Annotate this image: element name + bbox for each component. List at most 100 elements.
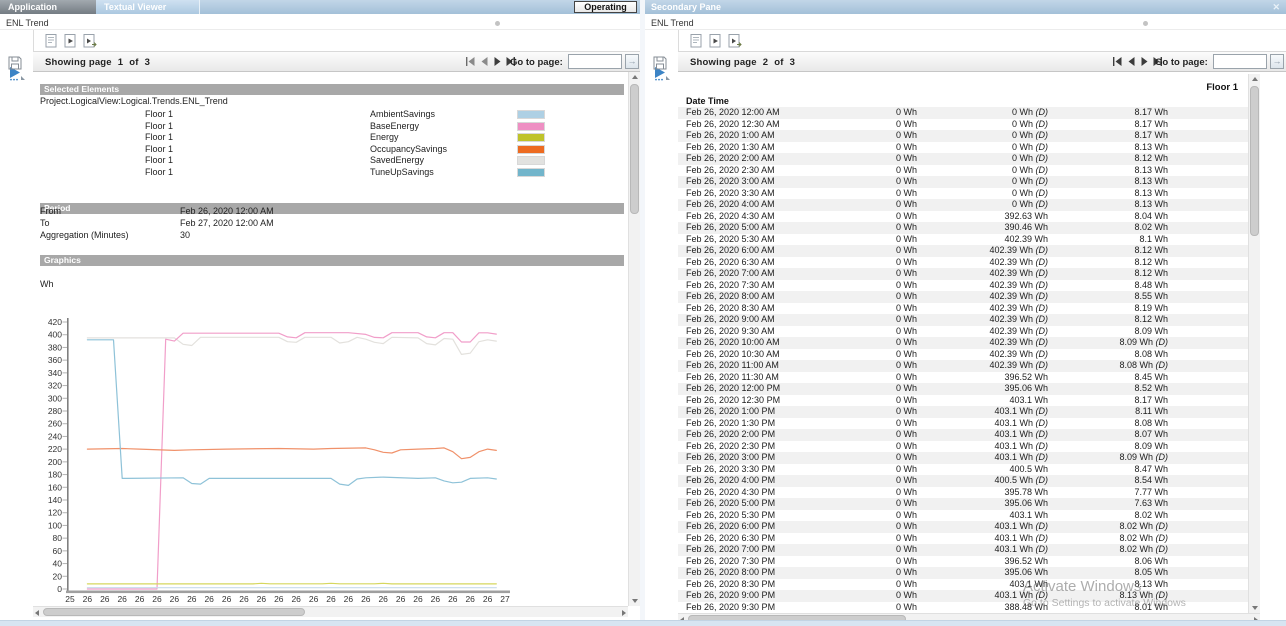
svg-text:400: 400 <box>48 330 62 340</box>
cell-datetime: Feb 26, 2020 11:30 AM <box>678 372 828 384</box>
cell-value: 395.06 Wh <box>917 498 1048 510</box>
cell-datetime: Feb 26, 2020 8:00 PM <box>678 567 828 579</box>
cell-datetime: Feb 26, 2020 12:00 AM <box>678 107 828 119</box>
svg-text:200: 200 <box>48 457 62 467</box>
left-tabbar: Application Viewer Textual Viewer Operat… <box>0 0 640 14</box>
cell-value: 8.54 Wh <box>1048 475 1168 487</box>
left-hscroll-thumb[interactable] <box>43 608 305 616</box>
svg-text:220: 220 <box>48 444 62 454</box>
cell-value: 8.13 Wh <box>1048 142 1168 154</box>
right-vertical-scrollbar[interactable] <box>1248 74 1260 613</box>
cell-datetime: Feb 26, 2020 6:30 AM <box>678 257 828 269</box>
cell-value: 0 Wh (D) <box>917 153 1048 165</box>
tab-application-viewer[interactable]: Application Viewer <box>0 0 96 14</box>
cell-datetime: Feb 26, 2020 5:00 PM <box>678 498 828 510</box>
cell-value: 8.19 Wh <box>1048 303 1168 315</box>
report-document-icon[interactable] <box>45 34 58 48</box>
cell-datetime: Feb 26, 2020 3:00 PM <box>678 452 828 464</box>
svg-text:0: 0 <box>57 584 62 594</box>
table-row: Feb 26, 2020 5:00 PM0 Wh395.06 Wh7.63 Wh <box>678 498 1248 510</box>
svg-text:60: 60 <box>53 546 63 556</box>
period-label: From <box>40 206 61 216</box>
cell-datetime: Feb 26, 2020 2:30 AM <box>678 165 828 177</box>
cell-value: 8.02 Wh <box>1048 222 1168 234</box>
cell-datetime: Feb 26, 2020 9:00 PM <box>678 590 828 602</box>
save-icon[interactable] <box>653 56 667 70</box>
cell-value: 0 Wh <box>828 418 917 430</box>
tab-textual-viewer[interactable]: Textual Viewer <box>96 0 200 14</box>
cell-value: 0 Wh <box>828 314 917 326</box>
table-row: Feb 26, 2020 9:30 AM0 Wh402.39 Wh (D)8.0… <box>678 326 1248 338</box>
goto-page-input[interactable] <box>1213 54 1267 69</box>
cell-value: 8.02 Wh (D) <box>1048 521 1168 533</box>
cell-value: 0 Wh (D) <box>917 119 1048 131</box>
first-page-button[interactable] <box>1112 56 1123 67</box>
legend-row: Floor 1SavedEnergy <box>33 155 628 167</box>
left-vertical-scrollbar[interactable] <box>628 72 640 606</box>
svg-text:27: 27 <box>500 594 510 604</box>
cell-value: 403.1 Wh (D) <box>917 521 1048 533</box>
legend-floor-label: Floor 1 <box>145 109 173 119</box>
previous-page-button[interactable] <box>479 56 490 67</box>
table-row: Feb 26, 2020 5:30 AM0 Wh402.39 Wh8.1 Wh <box>678 234 1248 246</box>
next-page-button[interactable] <box>1139 56 1150 67</box>
secondary-pane-titlebar: Secondary Pane ✕ <box>645 0 1286 14</box>
cell-value: 0 Wh <box>828 579 917 591</box>
cell-value: 0 Wh <box>828 245 917 257</box>
close-icon[interactable]: ✕ <box>1272 0 1280 14</box>
cell-value: 0 Wh <box>828 326 917 338</box>
next-page-button[interactable] <box>492 56 503 67</box>
cell-datetime: Feb 26, 2020 12:30 PM <box>678 395 828 407</box>
operating-button[interactable]: Operating <box>574 1 637 13</box>
cell-value: 0 Wh <box>828 498 917 510</box>
cell-value: 8.55 Wh <box>1048 291 1168 303</box>
cell-value: 8.09 Wh (D) <box>1048 337 1168 349</box>
cell-value: 8.17 Wh <box>1048 107 1168 119</box>
cell-value: 0 Wh <box>828 395 917 407</box>
table-row: Feb 26, 2020 11:30 AM0 Wh396.52 Wh8.45 W… <box>678 372 1248 384</box>
left-vscroll-thumb[interactable] <box>630 84 639 214</box>
cell-datetime: Feb 26, 2020 7:30 AM <box>678 280 828 292</box>
cell-value: 8.45 Wh <box>1048 372 1168 384</box>
cell-value: 0 Wh <box>828 234 917 246</box>
previous-page-button[interactable] <box>1126 56 1137 67</box>
application-viewer-pane: Application Viewer Textual Viewer Operat… <box>0 0 640 620</box>
cell-value: 403.1 Wh (D) <box>917 418 1048 430</box>
report-document-icon[interactable] <box>690 34 703 48</box>
cell-datetime: Feb 26, 2020 5:30 AM <box>678 234 828 246</box>
table-row: Feb 26, 2020 2:00 PM0 Wh403.1 Wh (D)8.07… <box>678 429 1248 441</box>
svg-text:26: 26 <box>135 594 145 604</box>
cell-value: 400.5 Wh <box>917 464 1048 476</box>
goto-page-button[interactable]: → <box>625 54 639 69</box>
goto-page-input[interactable] <box>568 54 622 69</box>
first-page-button[interactable] <box>465 56 476 67</box>
run-report-icon[interactable] <box>64 34 77 48</box>
secondary-pane: Secondary Pane ✕ ENL Trend <box>645 0 1286 620</box>
table-row: Feb 26, 2020 7:30 PM0 Wh396.52 Wh8.06 Wh <box>678 556 1248 568</box>
svg-text:26: 26 <box>117 594 127 604</box>
save-icon[interactable] <box>8 56 22 70</box>
cell-value: 0 Wh <box>828 349 917 361</box>
table-row: Feb 26, 2020 8:00 PM0 Wh395.06 Wh8.05 Wh <box>678 567 1248 579</box>
export-report-icon[interactable] <box>83 34 96 48</box>
legend-series-label: BaseEnergy <box>370 121 419 131</box>
export-report-icon[interactable] <box>728 34 741 48</box>
trend-chart: 0204060801001201401601802002202402602803… <box>35 296 620 606</box>
period-label: Aggregation (Minutes) <box>40 230 129 240</box>
cell-value: 0 Wh <box>828 291 917 303</box>
right-vscroll-thumb[interactable] <box>1250 86 1259 236</box>
cell-value: 402.39 Wh (D) <box>917 291 1048 303</box>
table-row: Feb 26, 2020 2:00 AM0 Wh0 Wh (D)8.12 Wh <box>678 153 1248 165</box>
left-horizontal-scrollbar[interactable] <box>33 606 628 617</box>
goto-page-button[interactable]: → <box>1270 54 1284 69</box>
cell-datetime: Feb 26, 2020 8:30 AM <box>678 303 828 315</box>
cell-value: 0 Wh (D) <box>917 107 1048 119</box>
run-report-icon[interactable] <box>709 34 722 48</box>
cell-value: 8.12 Wh <box>1048 314 1168 326</box>
svg-text:340: 340 <box>48 368 62 378</box>
svg-text:140: 140 <box>48 495 62 505</box>
svg-text:26: 26 <box>170 594 180 604</box>
project-path: Project.LogicalView:Logical.Trends.ENL_T… <box>40 96 228 106</box>
cell-datetime: Feb 26, 2020 6:00 PM <box>678 521 828 533</box>
legend-floor-label: Floor 1 <box>145 132 173 142</box>
